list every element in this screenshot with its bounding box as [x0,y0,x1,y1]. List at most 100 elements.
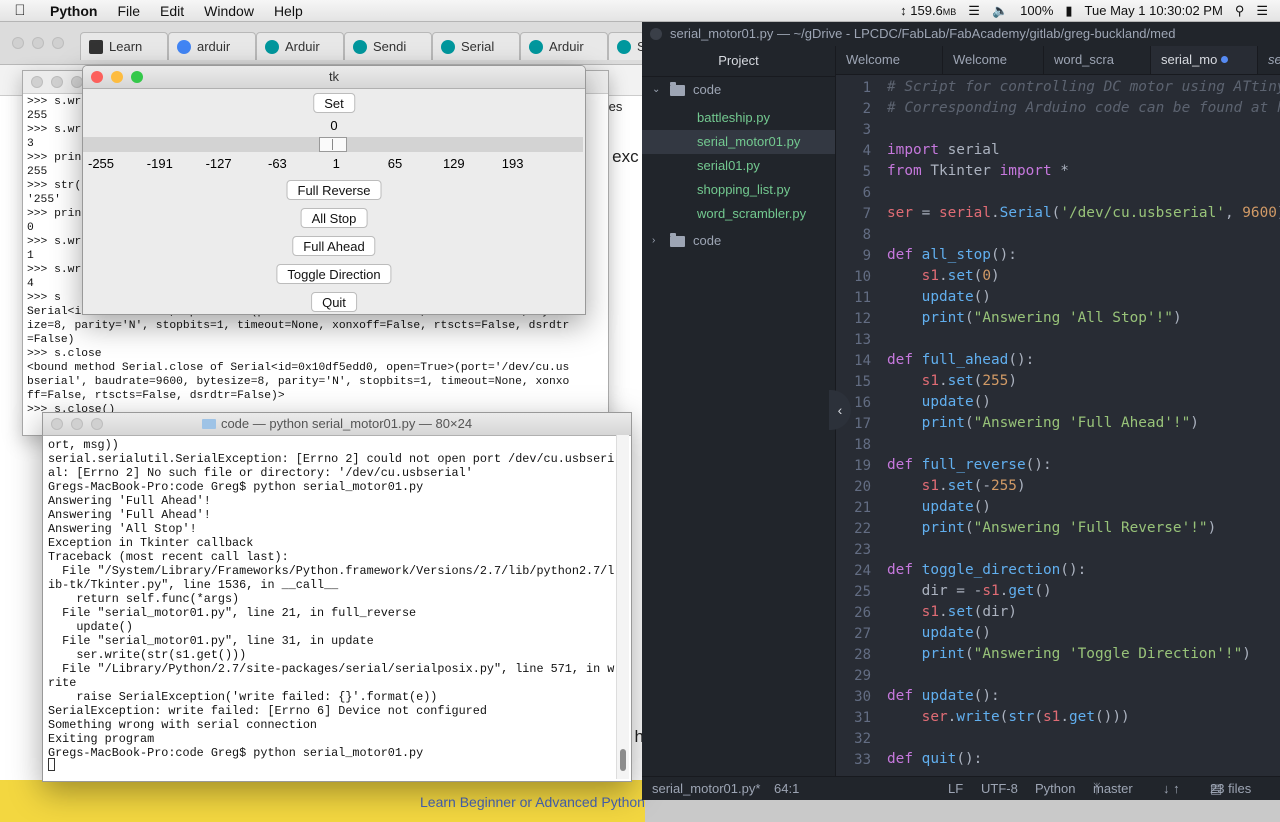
terminal-line: File "serial_motor01.py", line 31, in up… [48,634,374,648]
menu-app-python[interactable]: Python [40,3,107,19]
code-line: def full_reverse(): [887,457,1052,473]
zoom-icon[interactable] [91,418,103,430]
wifi-icon[interactable]: ☰ [968,3,980,19]
branch-label: master [1093,781,1133,796]
terminal-line: update() [48,620,133,634]
memory-monitor[interactable]: ↕ 159.6MB [900,3,956,18]
status-cursor-position[interactable]: 64:1 [774,777,799,800]
code-line: print("Answering 'Full Reverse'!") [921,520,1217,536]
line-number: 21 [854,500,871,516]
browser-tab-5[interactable]: Serial [432,32,520,60]
code-line: s1.set(-255) [921,478,1026,494]
code-line: # Corresponding Arduino code can be foun… [887,100,1280,116]
slider-tick-label: 129 [442,156,465,171]
shell-line: ff=False, rtscts=False, dsrdtr=False)> [27,390,285,402]
full-ahead-button[interactable]: Full Ahead [292,236,376,256]
browser-tab-6[interactable]: Arduir [520,32,608,60]
line-number: 9 [862,248,871,264]
shell-window-controls [31,76,83,88]
full-reverse-button[interactable]: Full Reverse [286,180,382,200]
browser-window-controls [12,37,64,49]
tab-serial01[interactable]: serial01.py [1258,46,1280,74]
line-number: 2 [862,101,871,117]
minimize-icon[interactable] [51,76,63,88]
tab-label: Serial [461,39,495,54]
line-number: 24 [854,563,871,579]
terminal-line: Exiting program [48,732,155,746]
tree-file-selected[interactable]: serial_motor01.py [642,130,835,154]
terminal-line: Answering 'Full Ahead'! [48,494,211,508]
slider-tick-label: -63 [267,156,287,171]
tab-word-scrambler[interactable]: word_scra [1044,46,1151,74]
line-number: 8 [862,227,871,243]
close-icon[interactable] [31,76,43,88]
slider-thumb[interactable] [319,137,347,152]
git-fetch-icons[interactable]: ↓ ↑ [1163,777,1180,800]
status-encoding[interactable]: UTF-8 [981,777,1018,800]
status-file[interactable]: serial_motor01.py* [652,777,760,800]
menu-help[interactable]: Help [264,3,313,19]
shell-line: =False) [27,334,75,346]
code-line: from Tkinter import * [887,163,1069,179]
folder-icon [201,419,216,429]
tab-welcome-guide[interactable]: Welcome [943,46,1044,74]
close-icon[interactable] [650,28,662,40]
set-button[interactable]: Set [313,93,355,113]
tree-folder-code[interactable]: ⌄ code [642,78,835,102]
toggle-direction-button[interactable]: Toggle Direction [276,264,392,284]
line-number: 14 [854,353,871,369]
all-stop-button[interactable]: All Stop [300,208,368,228]
tree-file[interactable]: word_scrambler.py [642,202,835,226]
status-menus: ↕ 159.6MB ☰ 🔈 100% ▮ Tue May 1 10:30:02 … [900,3,1280,19]
document-icon [89,39,103,54]
page-footer-banner: Learn Beginner or Advanced Python [0,780,645,822]
close-icon[interactable] [12,37,24,49]
status-bar: serial_motor01.py* 64:1 LF UTF-8 Python … [642,776,1280,800]
tab-serial-motor01[interactable]: serial_mo [1151,46,1258,74]
minimize-icon[interactable] [111,71,123,83]
line-number: 31 [854,710,871,726]
zoom-icon[interactable] [131,71,143,83]
minimize-icon[interactable] [32,37,44,49]
scale-value: 0 [330,118,338,133]
memory-value: 159.6 [910,3,943,18]
editor-tabs: Welcome Welcome word_scra serial_mo seri… [836,46,1280,75]
close-icon[interactable] [91,71,103,83]
tree-file[interactable]: battleship.py [642,106,835,130]
volume-icon[interactable]: 🔈 [992,3,1008,19]
notification-center-icon[interactable]: ☰ [1256,3,1268,19]
menu-edit[interactable]: Edit [150,3,194,19]
status-line-ending[interactable]: LF [948,777,963,800]
speed-slider[interactable] [83,137,583,152]
browser-tab-7[interactable]: S [608,32,645,60]
tree-file[interactable]: serial01.py [642,154,835,178]
clock[interactable]: Tue May 1 10:30:02 PM [1085,3,1223,18]
editor-window: serial_motor01.py — ~/gDrive - LPCDC/Fab… [642,22,1280,800]
tree-file[interactable]: shopping_list.py [642,178,835,202]
quit-button[interactable]: Quit [311,292,357,312]
terminal-line: Exception in Tkinter callback [48,536,254,550]
code-editor[interactable]: # Script for controlling DC motor using … [887,74,1280,776]
footer-link[interactable]: Learn Beginner or Advanced Python [420,794,645,810]
battery-percent[interactable]: 100% [1020,3,1053,18]
close-icon[interactable] [51,418,63,430]
browser-tab-4[interactable]: Sendi [344,32,432,60]
search-icon[interactable]: ⚲ [1235,3,1245,19]
minimize-icon[interactable] [71,418,83,430]
apple-menu-icon[interactable]:  [0,2,40,19]
status-grammar[interactable]: Python [1035,777,1075,800]
battery-icon[interactable]: ▮ [1065,3,1072,19]
terminal-scrollbar[interactable] [616,435,629,779]
menu-window[interactable]: Window [194,3,264,19]
zoom-icon[interactable] [52,37,64,49]
browser-tab-2[interactable]: arduir [168,32,256,60]
browser-tab-3[interactable]: Arduir [256,32,344,60]
folder-label: code [693,82,722,97]
terminal-line: File "/System/Library/Frameworks/Python.… [48,564,615,578]
menu-file[interactable]: File [107,3,150,19]
terminal-output[interactable]: ort, msg)) serial.serialutil.SerialExcept… [48,438,614,760]
browser-tab-1[interactable]: Learn [80,32,168,60]
scrollbar-thumb[interactable] [620,749,626,771]
tab-welcome[interactable]: Welcome [836,46,943,74]
tree-folder-code-collapsed[interactable]: › code [642,229,835,253]
